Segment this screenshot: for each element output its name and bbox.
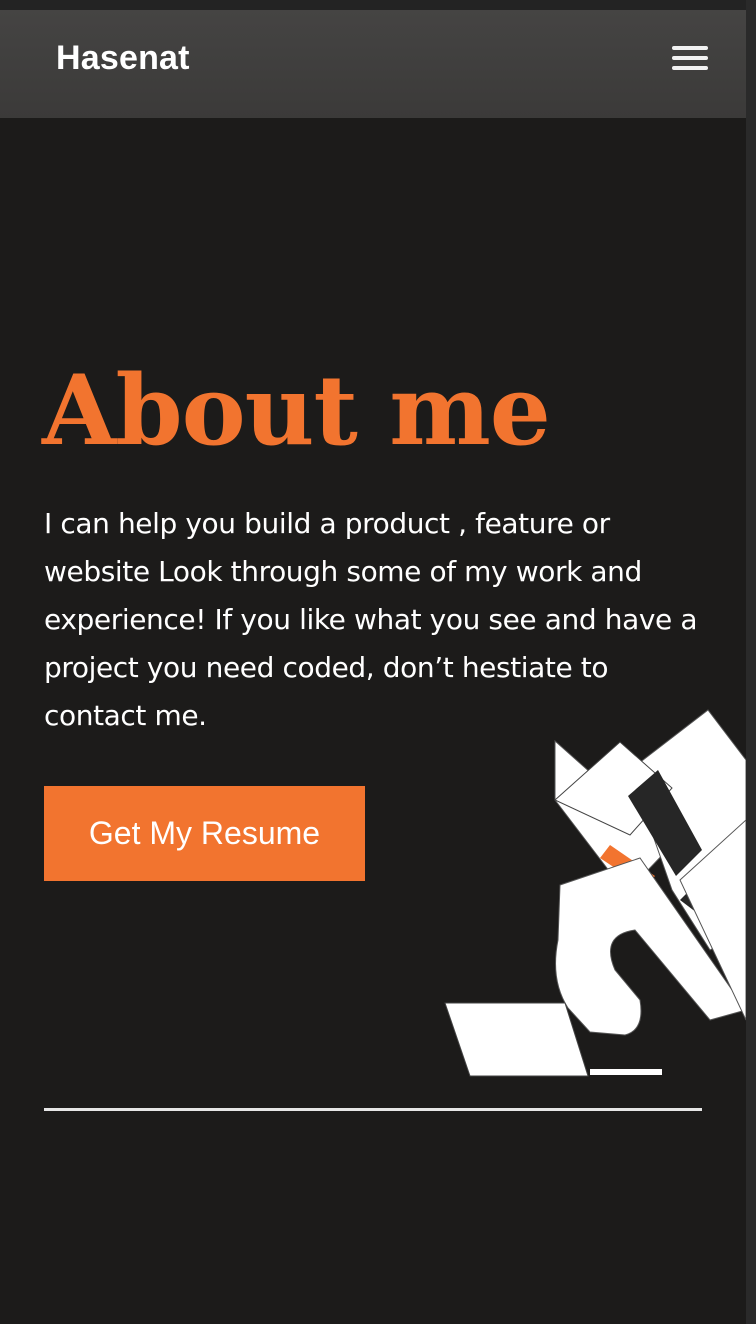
navbar: Hasenat <box>0 10 746 118</box>
illustration-base-slab <box>444 1002 589 1077</box>
abstract-geometric-illustration <box>444 709 746 1077</box>
top-strip <box>0 0 756 10</box>
section-divider <box>44 1108 702 1111</box>
hamburger-menu-icon[interactable] <box>668 44 712 74</box>
page-title: About me <box>42 354 551 467</box>
get-resume-button[interactable]: Get My Resume <box>44 786 365 881</box>
brand-logo[interactable]: Hasenat <box>56 38 190 78</box>
scrollbar-track[interactable] <box>746 0 756 1324</box>
menu-line <box>672 46 708 50</box>
menu-line <box>672 66 708 70</box>
menu-line <box>672 56 708 60</box>
